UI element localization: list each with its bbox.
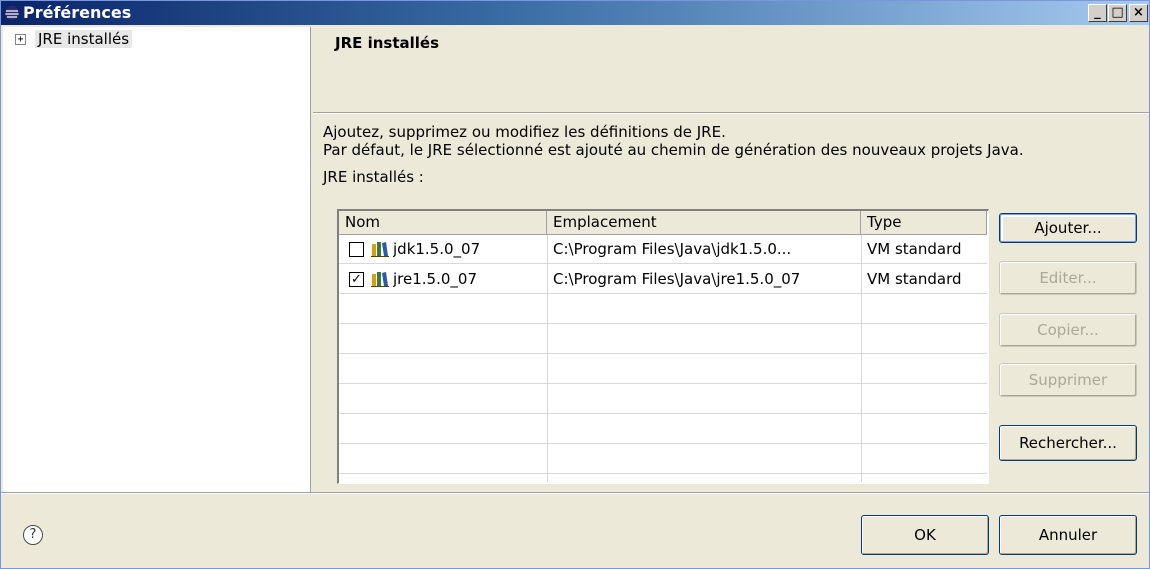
jre-library-icon bbox=[371, 272, 389, 287]
row-checkbox[interactable]: ✓ bbox=[349, 272, 364, 287]
jre-name: jre1.5.0_07 bbox=[393, 270, 477, 288]
page-description-line1: Ajoutez, supprimez ou modifiez les défin… bbox=[323, 123, 726, 141]
preferences-tree: + JRE installés bbox=[3, 27, 311, 492]
row-checkbox[interactable] bbox=[349, 242, 364, 257]
page-description-line2: Par défaut, le JRE sélectionné est ajout… bbox=[323, 141, 1024, 159]
jre-location: C:\Program Files\Java\jre1.5.0_07 bbox=[553, 270, 801, 288]
close-icon[interactable]: × bbox=[1129, 4, 1148, 22]
edit-button[interactable]: Editer... bbox=[999, 261, 1137, 295]
remove-button[interactable]: Supprimer bbox=[999, 363, 1137, 397]
title-separator bbox=[313, 112, 1149, 114]
window-title: Préférences bbox=[23, 3, 132, 22]
jre-name: jdk1.5.0_07 bbox=[393, 240, 481, 258]
column-divider bbox=[861, 235, 862, 482]
preferences-window: Préférences _ □ × + JRE installés JRE in… bbox=[0, 0, 1150, 569]
help-icon[interactable]: ? bbox=[23, 525, 43, 545]
footer-separator bbox=[1, 492, 1149, 494]
jre-location: C:\Program Files\Java\jdk1.5.0... bbox=[553, 240, 792, 258]
table-row[interactable]: ✓ jre1.5.0_07 C:\Program Files\Java\jre1… bbox=[339, 265, 987, 294]
ok-button[interactable]: OK bbox=[861, 515, 989, 555]
search-button[interactable]: Rechercher... bbox=[999, 425, 1137, 461]
table-row-empty bbox=[339, 385, 987, 414]
title-bar[interactable]: Préférences _ □ × bbox=[1, 1, 1149, 25]
column-header-name[interactable]: Nom bbox=[339, 211, 547, 235]
installed-jres-table[interactable]: Nom Emplacement Type jdk1.5.0_07 C:\Prog… bbox=[337, 209, 989, 484]
add-button[interactable]: Ajouter... bbox=[999, 213, 1137, 243]
column-divider bbox=[547, 235, 548, 482]
page-title: JRE installés bbox=[335, 34, 440, 52]
tree-item-installed-jres[interactable]: JRE installés bbox=[35, 30, 133, 48]
maximize-icon[interactable]: □ bbox=[1108, 4, 1127, 22]
table-row-empty bbox=[339, 355, 987, 384]
table-row-empty bbox=[339, 325, 987, 354]
table-row-empty bbox=[339, 295, 987, 324]
table-row[interactable]: jdk1.5.0_07 C:\Program Files\Java\jdk1.5… bbox=[339, 235, 987, 264]
table-row-empty bbox=[339, 445, 987, 474]
tree-expand-icon[interactable]: + bbox=[15, 34, 26, 45]
minimize-icon[interactable]: _ bbox=[1088, 4, 1107, 22]
jre-library-icon bbox=[371, 242, 389, 257]
preference-page: JRE installés Ajoutez, supprimez ou modi… bbox=[313, 27, 1149, 492]
table-row-empty bbox=[339, 415, 987, 444]
window-app-icon bbox=[5, 6, 19, 20]
jre-type: VM standard bbox=[867, 270, 962, 288]
table-label: JRE installés : bbox=[323, 168, 424, 186]
column-header-type[interactable]: Type bbox=[861, 211, 987, 235]
cancel-button[interactable]: Annuler bbox=[999, 515, 1137, 555]
jre-type: VM standard bbox=[867, 240, 962, 258]
column-header-location[interactable]: Emplacement bbox=[547, 211, 861, 235]
copy-button[interactable]: Copier... bbox=[999, 313, 1137, 347]
